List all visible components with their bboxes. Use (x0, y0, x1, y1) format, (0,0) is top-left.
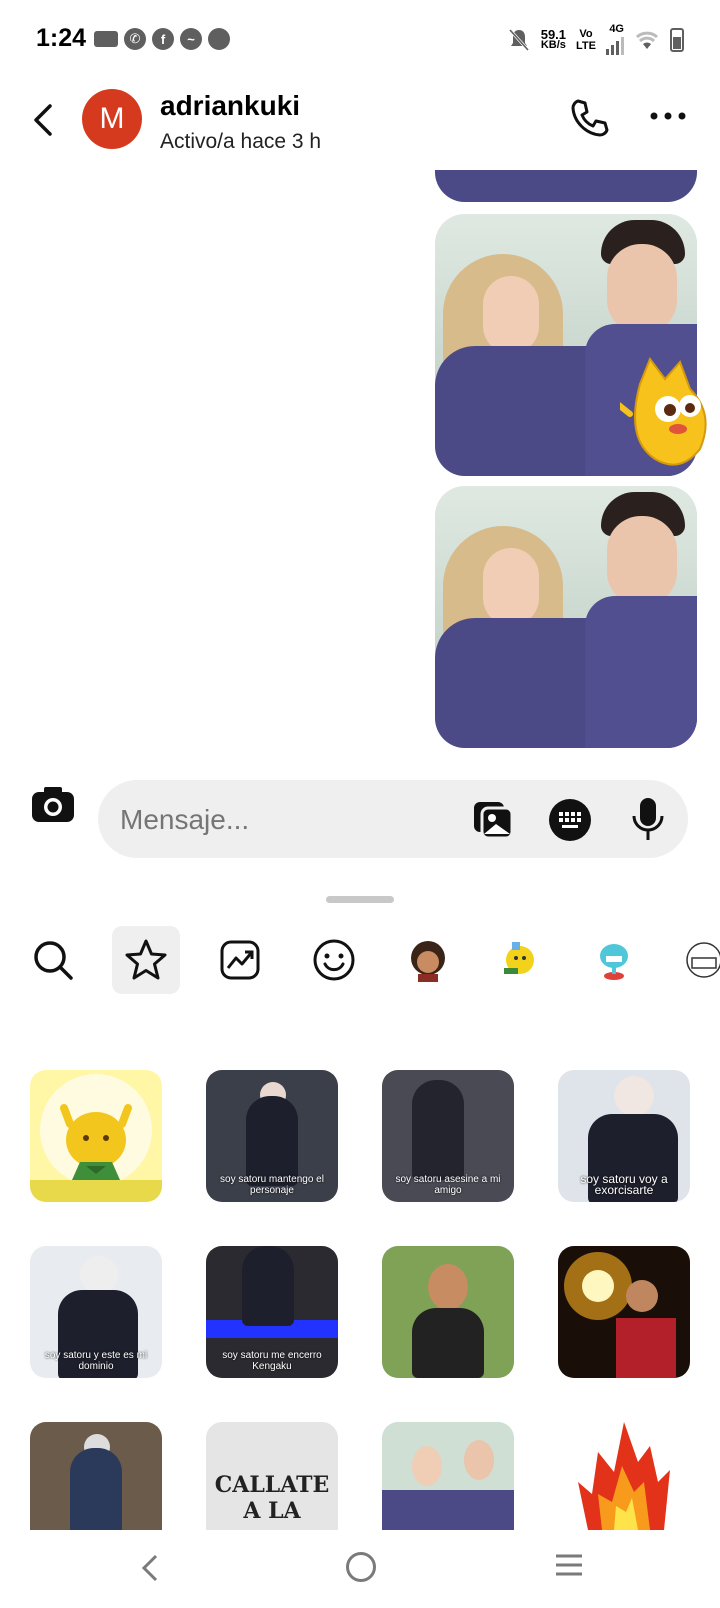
avatar[interactable]: M (82, 89, 142, 149)
nav-menu-icon[interactable] (554, 1552, 584, 1578)
sticker-item[interactable]: soy satoru asesine a mi amigo (382, 1070, 514, 1202)
mute-bell-icon (508, 28, 529, 51)
media-message[interactable] (435, 170, 697, 202)
search-icon (34, 941, 73, 980)
glowing-light-sticker (564, 1252, 676, 1378)
status-time: 1:24 (36, 24, 87, 52)
yellow-sticker-icon (504, 942, 534, 974)
messenger-icon: ~ (180, 28, 202, 50)
net-speed: 59.1 KB/s (540, 26, 567, 51)
battery-icon (670, 27, 684, 52)
star-icon (125, 939, 167, 980)
message-box[interactable] (98, 780, 688, 858)
notification-icons: ✆ f ~ (94, 28, 230, 50)
sticker-item[interactable] (558, 1246, 690, 1378)
video-icon (94, 31, 118, 47)
signal-indicator: 4G (606, 24, 624, 55)
whatsapp-icon: ✆ (124, 28, 146, 50)
nav-back-icon[interactable] (138, 1550, 162, 1586)
pixel-fire-sticker (578, 1422, 670, 1530)
microphone-icon[interactable] (628, 796, 668, 842)
status-bar: 1:24 ✆ f ~ 59.1 KB/s Vo LTE 4G (0, 0, 720, 80)
sticker-item[interactable] (30, 1070, 162, 1202)
blue-sticker-icon (600, 944, 628, 980)
contact-status: Activo/a hace 3 h (160, 130, 322, 153)
avatar-sticker-icon (411, 941, 445, 982)
tab-trending[interactable] (206, 926, 274, 994)
back-arrow-icon[interactable] (26, 100, 62, 140)
tab-favorites[interactable] (112, 926, 180, 994)
sticker-item[interactable]: soy satoru mantengo el personaje (206, 1070, 338, 1202)
message-composer (0, 758, 720, 878)
tab-yellow-stickers[interactable] (486, 926, 554, 994)
facebook-icon: f (152, 28, 174, 50)
emoji-icon (313, 939, 355, 981)
camera-icon[interactable] (30, 782, 76, 828)
gallery-icon[interactable] (472, 798, 514, 840)
tab-blue-stickers[interactable] (580, 926, 648, 994)
phone-icon[interactable] (568, 96, 612, 140)
more-options-icon[interactable] (648, 106, 688, 126)
status-indicators: 59.1 KB/s Vo LTE 4G (507, 24, 684, 55)
keyboard-icon[interactable] (548, 798, 592, 842)
yellow-character-sticker (30, 1074, 162, 1202)
tab-emoji[interactable] (300, 926, 368, 994)
drag-handle[interactable] (326, 896, 394, 903)
contact-name[interactable]: adriankuki (160, 90, 300, 122)
chat-messages[interactable] (0, 170, 720, 758)
volte-indicator: Vo LTE (576, 27, 596, 52)
system-nav-bar (0, 1530, 720, 1608)
sticker-panel: soy satoru mantengo el personaje soy sat… (0, 878, 720, 1530)
sketch-sticker-icon (686, 942, 720, 978)
yellow-creature-sticker[interactable] (620, 354, 720, 474)
trending-icon (220, 940, 260, 980)
sticker-item[interactable]: soy satoru y este es mi dominio (30, 1246, 162, 1378)
chat-header: M adriankuki Activo/a hace 3 h (0, 80, 720, 170)
chat-icon (208, 28, 230, 50)
sticker-item[interactable] (30, 1422, 162, 1530)
sticker-item[interactable] (558, 1422, 690, 1530)
sticker-item[interactable]: soy satoru voy a exorcisarte (558, 1070, 690, 1202)
sticker-item[interactable]: CALLATE A LA (206, 1422, 338, 1530)
tab-sketch-stickers[interactable] (670, 926, 720, 994)
tab-avatar-stickers[interactable] (394, 926, 462, 994)
wifi-icon (636, 31, 658, 49)
nav-home-icon[interactable] (346, 1552, 376, 1582)
tab-search[interactable] (19, 926, 87, 994)
media-message[interactable] (435, 486, 697, 748)
sticker-item[interactable] (382, 1422, 514, 1530)
sticker-item[interactable]: soy satoru me encerro Kengaku (206, 1246, 338, 1378)
sticker-item[interactable] (382, 1246, 514, 1378)
message-input[interactable] (120, 804, 420, 836)
sticker-tabs (0, 926, 720, 1000)
